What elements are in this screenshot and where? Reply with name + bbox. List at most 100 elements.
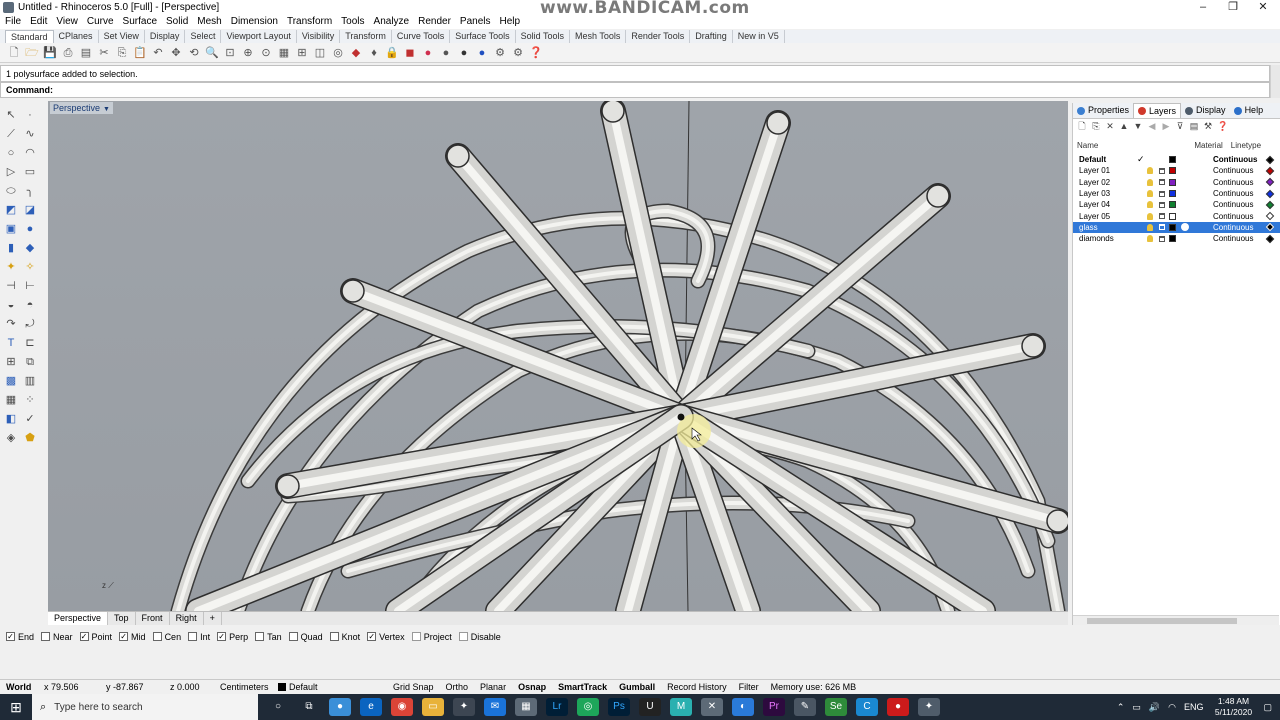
photoshop-icon[interactable]: Ps xyxy=(608,698,630,716)
menu-file[interactable]: File xyxy=(5,15,21,29)
osnap-mid[interactable]: ✓ Mid xyxy=(119,632,146,642)
tab-surface-tools[interactable]: Surface Tools xyxy=(450,30,516,43)
tab-right[interactable]: Right xyxy=(170,612,204,625)
surface-icon[interactable]: ◩ xyxy=(3,203,19,217)
box-icon[interactable]: ▣ xyxy=(3,222,19,236)
lock-icon[interactable] xyxy=(1159,224,1165,231)
lock-icon[interactable] xyxy=(1159,179,1165,186)
menu-dimension[interactable]: Dimension xyxy=(231,15,278,29)
app-icon-m[interactable]: M xyxy=(670,698,692,716)
move-left-icon[interactable]: ◀ xyxy=(1147,121,1157,131)
osnap-checkbox[interactable] xyxy=(458,632,468,641)
premiere-icon[interactable]: Pr xyxy=(763,698,785,716)
menu-tools[interactable]: Tools xyxy=(341,15,364,29)
visibility-bulb-icon[interactable] xyxy=(1147,201,1153,209)
taskbar-search[interactable]: ⌕ Type here to search xyxy=(32,694,258,720)
move-right-icon[interactable]: ▶ xyxy=(1161,121,1171,131)
polygon-icon[interactable]: ▷ xyxy=(3,165,19,179)
units-label[interactable]: Centimeters xyxy=(214,680,272,694)
tab-panel-help[interactable]: Help xyxy=(1230,103,1268,118)
save-icon[interactable]: 💾 xyxy=(43,46,57,60)
tab-standard[interactable]: Standard xyxy=(5,30,54,43)
osnap-point[interactable]: ✓ Point xyxy=(79,632,112,642)
rotate-icon[interactable]: ⤾ xyxy=(22,317,38,331)
array-icon[interactable]: ⊞ xyxy=(3,355,19,369)
render-mesh-icon[interactable]: ◈ xyxy=(3,431,19,445)
visibility-bulb-icon[interactable] xyxy=(1147,212,1153,220)
select-arrow-icon[interactable]: ↖ xyxy=(3,108,19,122)
polyline-icon[interactable]: ⟋ xyxy=(3,127,19,141)
print-color-icon[interactable] xyxy=(1265,189,1275,198)
layer-row[interactable]: Layer 05 Continuous xyxy=(1073,210,1280,221)
tab-new-in-v5[interactable]: New in V5 xyxy=(733,30,785,43)
osnap-near[interactable]: Near xyxy=(41,632,73,642)
settings-icon[interactable]: ⚙ xyxy=(511,46,525,60)
cplane-world-label[interactable]: World xyxy=(0,680,38,694)
wifi-icon[interactable]: ◠ xyxy=(1168,702,1176,713)
zoom-window-icon[interactable]: ⊡ xyxy=(223,46,237,60)
linetype[interactable]: Continuous xyxy=(1213,223,1253,232)
app-icon-2[interactable]: ▦ xyxy=(515,698,537,716)
command-input[interactable] xyxy=(55,83,655,96)
print-color-icon[interactable] xyxy=(1265,234,1275,243)
split-icon[interactable]: ⊣ xyxy=(3,279,19,293)
car-icon[interactable]: ◆ xyxy=(349,46,363,60)
osnap-checkbox[interactable] xyxy=(255,632,265,641)
fillet-icon[interactable]: ◒ xyxy=(3,298,19,312)
osnap-disable[interactable]: Disable xyxy=(458,632,501,642)
print-icon[interactable]: ⎙ xyxy=(61,46,75,60)
layer-name[interactable]: Layer 02 xyxy=(1079,178,1110,187)
visibility-bulb-icon[interactable] xyxy=(1147,223,1153,231)
open-icon[interactable]: 🗁 xyxy=(25,46,39,60)
tab-render-tools[interactable]: Render Tools xyxy=(626,30,691,43)
viewport-menu-caret-icon[interactable]: ▼ xyxy=(103,106,110,113)
record-history-toggle[interactable]: Record History xyxy=(661,680,733,694)
tab-top[interactable]: Top xyxy=(108,612,136,625)
linetype[interactable]: Continuous xyxy=(1213,189,1253,198)
hatch-icon[interactable]: ▥ xyxy=(22,374,38,388)
curve-icon[interactable]: ∿ xyxy=(22,127,38,141)
layer-row[interactable]: diamonds Continuous xyxy=(1073,233,1280,244)
tab-solid-tools[interactable]: Solid Tools xyxy=(516,30,570,43)
layer-name[interactable]: Layer 05 xyxy=(1079,212,1110,221)
tab-curve-tools[interactable]: Curve Tools xyxy=(392,30,451,43)
network-icon[interactable]: ▭ xyxy=(1132,702,1141,713)
menu-curve[interactable]: Curve xyxy=(87,15,114,29)
layer-color-swatch[interactable] xyxy=(1169,190,1176,198)
layer-color-swatch[interactable] xyxy=(1169,156,1176,164)
add-viewport-tab-button[interactable]: + xyxy=(204,612,222,625)
menu-analyze[interactable]: Analyze xyxy=(374,15,410,29)
ellipse-icon[interactable]: ⬭ xyxy=(3,184,19,198)
light-icon[interactable]: ♦ xyxy=(367,46,381,60)
osnap-tan[interactable]: Tan xyxy=(255,632,282,642)
osnap-checkbox[interactable]: ✓ xyxy=(119,632,129,641)
task-view-icon[interactable]: ⧉ xyxy=(298,698,320,716)
boolean-icon[interactable]: ✦ xyxy=(3,260,19,274)
layer-name[interactable]: diamonds xyxy=(1079,234,1114,243)
tab-display[interactable]: Display xyxy=(145,30,186,43)
tab-mesh-tools[interactable]: Mesh Tools xyxy=(570,30,627,43)
lightroom-icon[interactable]: Lr xyxy=(546,698,568,716)
osnap-checkbox[interactable]: ✓ xyxy=(367,632,377,641)
pan-icon[interactable]: ✥ xyxy=(169,46,183,60)
linetype[interactable]: Continuous xyxy=(1213,200,1253,209)
menu-transform[interactable]: Transform xyxy=(287,15,332,29)
layer-row[interactable]: Layer 03 Continuous xyxy=(1073,188,1280,199)
layer-state-icon[interactable]: ▤ xyxy=(1189,121,1199,131)
undo-icon[interactable]: ↶ xyxy=(151,46,165,60)
osnap-knot[interactable]: Knot xyxy=(329,632,360,642)
cplane-icon[interactable]: ◫ xyxy=(313,46,327,60)
cortana-icon[interactable]: ○ xyxy=(267,698,289,716)
help-icon[interactable]: ❓ xyxy=(529,46,543,60)
help-layer-icon[interactable]: ❓ xyxy=(1217,121,1228,131)
menu-edit[interactable]: Edit xyxy=(30,15,47,29)
check-icon[interactable]: ✓ xyxy=(22,412,38,426)
windows-start-icon[interactable]: ⊞ xyxy=(0,694,32,720)
osnap-int[interactable]: Int xyxy=(188,632,210,642)
app-icon-4[interactable]: ◐ xyxy=(732,698,754,716)
visibility-bulb-icon[interactable] xyxy=(1147,178,1153,186)
new-file-icon[interactable]: 🗋 xyxy=(7,46,21,60)
perspective-viewport[interactable]: z ⟋ xyxy=(48,101,1068,611)
layer-color-swatch[interactable] xyxy=(1169,235,1176,243)
tab-perspective[interactable]: Perspective xyxy=(48,612,109,625)
